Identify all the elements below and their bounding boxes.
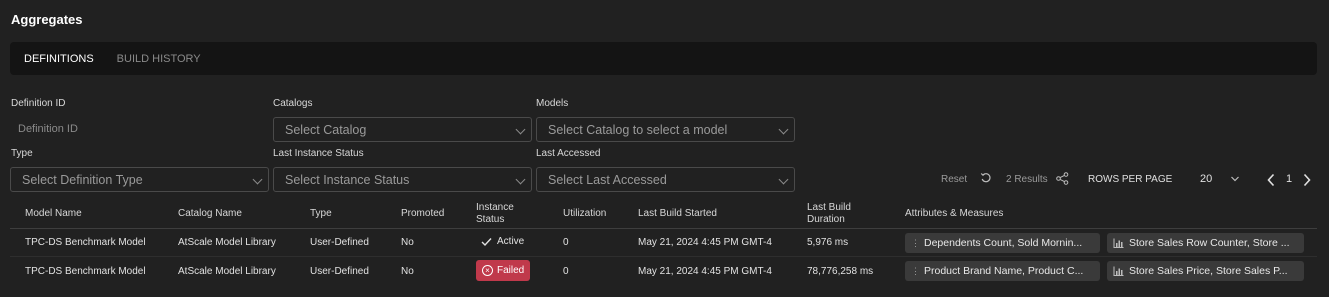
- bar-chart-icon: [1113, 238, 1124, 248]
- column-header-promoted[interactable]: Promoted: [401, 208, 444, 220]
- chevron-down-icon: [252, 174, 263, 185]
- tab-build-history[interactable]: BUILD HISTORY: [117, 53, 201, 65]
- page-title: Aggregates: [11, 12, 83, 27]
- cell-utilization: 0: [563, 266, 569, 277]
- cell-last-build-duration: 5,976 ms: [807, 237, 849, 248]
- cell-last-build-started: May 21, 2024 4:45 PM GMT-4: [638, 266, 772, 277]
- cell-promoted: No: [401, 266, 414, 277]
- x-circle-icon: ×: [482, 265, 493, 276]
- measures-chip-text: Store Sales Row Counter, Store ...: [1129, 237, 1290, 249]
- reset-button[interactable]: Reset: [941, 174, 967, 185]
- row-divider: [10, 256, 1317, 257]
- page-number: 1: [1286, 173, 1293, 185]
- instance-status-select-value: Select Instance Status: [285, 172, 410, 187]
- status-badge: Active: [481, 236, 524, 247]
- cell-last-build-duration: 78,776,258 ms: [807, 266, 874, 277]
- column-header-last-build-duration[interactable]: Last Build Duration: [807, 202, 851, 226]
- status-badge: × Failed: [476, 260, 531, 281]
- chevron-left-icon[interactable]: [1266, 173, 1276, 187]
- status-text: Failed: [497, 265, 525, 276]
- attributes-chip-text: Product Brand Name, Product C...: [924, 265, 1084, 277]
- cell-utilization: 0: [563, 237, 569, 248]
- attributes-chip[interactable]: ⋮ Dependents Count, Sold Mornin...: [905, 233, 1100, 253]
- column-header-last-build-duration-line1: Last Build: [807, 202, 851, 213]
- model-select[interactable]: Select Catalog to select a model: [536, 117, 795, 142]
- column-header-last-build-started[interactable]: Last Build Started: [638, 208, 717, 220]
- bar-chart-icon: [1113, 266, 1124, 276]
- chevron-down-icon: [778, 124, 789, 135]
- column-header-instance-status-line2: Status: [476, 214, 505, 225]
- attributes-chip-text: Dependents Count, Sold Mornin...: [924, 237, 1083, 249]
- definition-id-label: Definition ID: [11, 98, 66, 109]
- list-icon: ⋮: [911, 265, 920, 276]
- list-icon: ⋮: [911, 237, 920, 248]
- header-divider: [10, 228, 1317, 229]
- column-header-last-build-duration-line2: Duration: [807, 214, 845, 225]
- last-accessed-select-value: Select Last Accessed: [548, 172, 667, 187]
- share-icon[interactable]: [1056, 172, 1069, 185]
- catalog-select-value: Select Catalog: [285, 122, 367, 137]
- last-accessed-select[interactable]: Select Last Accessed: [536, 167, 795, 192]
- cell-catalog-name: AtScale Model Library: [178, 237, 276, 248]
- instance-status-select[interactable]: Select Instance Status: [273, 167, 532, 192]
- check-icon: [481, 237, 492, 246]
- chevron-right-icon[interactable]: [1302, 173, 1312, 187]
- catalog-select[interactable]: Select Catalog: [273, 117, 532, 142]
- attributes-chip[interactable]: ⋮ Product Brand Name, Product C...: [905, 261, 1100, 281]
- column-header-instance-status[interactable]: Instance Status: [476, 202, 514, 226]
- column-header-utilization[interactable]: Utilization: [563, 208, 606, 220]
- tab-bar: DEFINITIONS BUILD HISTORY: [10, 42, 1317, 75]
- definition-type-select-value: Select Definition Type: [22, 172, 143, 187]
- cell-type: User-Defined: [310, 237, 369, 248]
- cell-type: User-Defined: [310, 266, 369, 277]
- definition-type-select[interactable]: Select Definition Type: [10, 167, 269, 192]
- column-header-catalog-name[interactable]: Catalog Name: [178, 208, 242, 220]
- model-select-value: Select Catalog to select a model: [548, 122, 728, 137]
- tab-definitions[interactable]: DEFINITIONS: [24, 53, 94, 65]
- cell-model-name: TPC-DS Benchmark Model: [25, 266, 146, 277]
- status-text: Active: [497, 236, 525, 247]
- column-header-instance-status-line1: Instance: [476, 202, 514, 213]
- type-label: Type: [11, 148, 33, 159]
- chevron-down-icon: [778, 174, 789, 185]
- rows-per-page-label: ROWS PER PAGE: [1088, 174, 1173, 185]
- rows-per-page-select[interactable]: 20: [1200, 173, 1212, 185]
- measures-chip[interactable]: Store Sales Row Counter, Store ...: [1107, 233, 1304, 253]
- cell-last-build-started: May 21, 2024 4:45 PM GMT-4: [638, 237, 772, 248]
- chevron-down-icon: [515, 174, 526, 185]
- column-header-attributes-measures[interactable]: Attributes & Measures: [905, 208, 1003, 220]
- cell-promoted: No: [401, 237, 414, 248]
- column-header-type[interactable]: Type: [310, 208, 332, 220]
- definition-id-input[interactable]: [10, 117, 268, 141]
- column-header-model-name[interactable]: Model Name: [25, 208, 82, 220]
- cell-model-name: TPC-DS Benchmark Model: [25, 237, 146, 248]
- models-label: Models: [536, 98, 569, 109]
- chevron-down-icon: [515, 124, 526, 135]
- catalogs-label: Catalogs: [273, 98, 313, 109]
- last-instance-status-label: Last Instance Status: [273, 148, 364, 159]
- reset-icon[interactable]: [980, 172, 992, 184]
- measures-chip[interactable]: Store Sales Price, Store Sales P...: [1107, 261, 1304, 281]
- cell-catalog-name: AtScale Model Library: [178, 266, 276, 277]
- chevron-down-icon[interactable]: [1230, 175, 1240, 183]
- measures-chip-text: Store Sales Price, Store Sales P...: [1129, 265, 1288, 277]
- last-accessed-label: Last Accessed: [536, 148, 601, 159]
- results-count: 2 Results: [1006, 174, 1048, 185]
